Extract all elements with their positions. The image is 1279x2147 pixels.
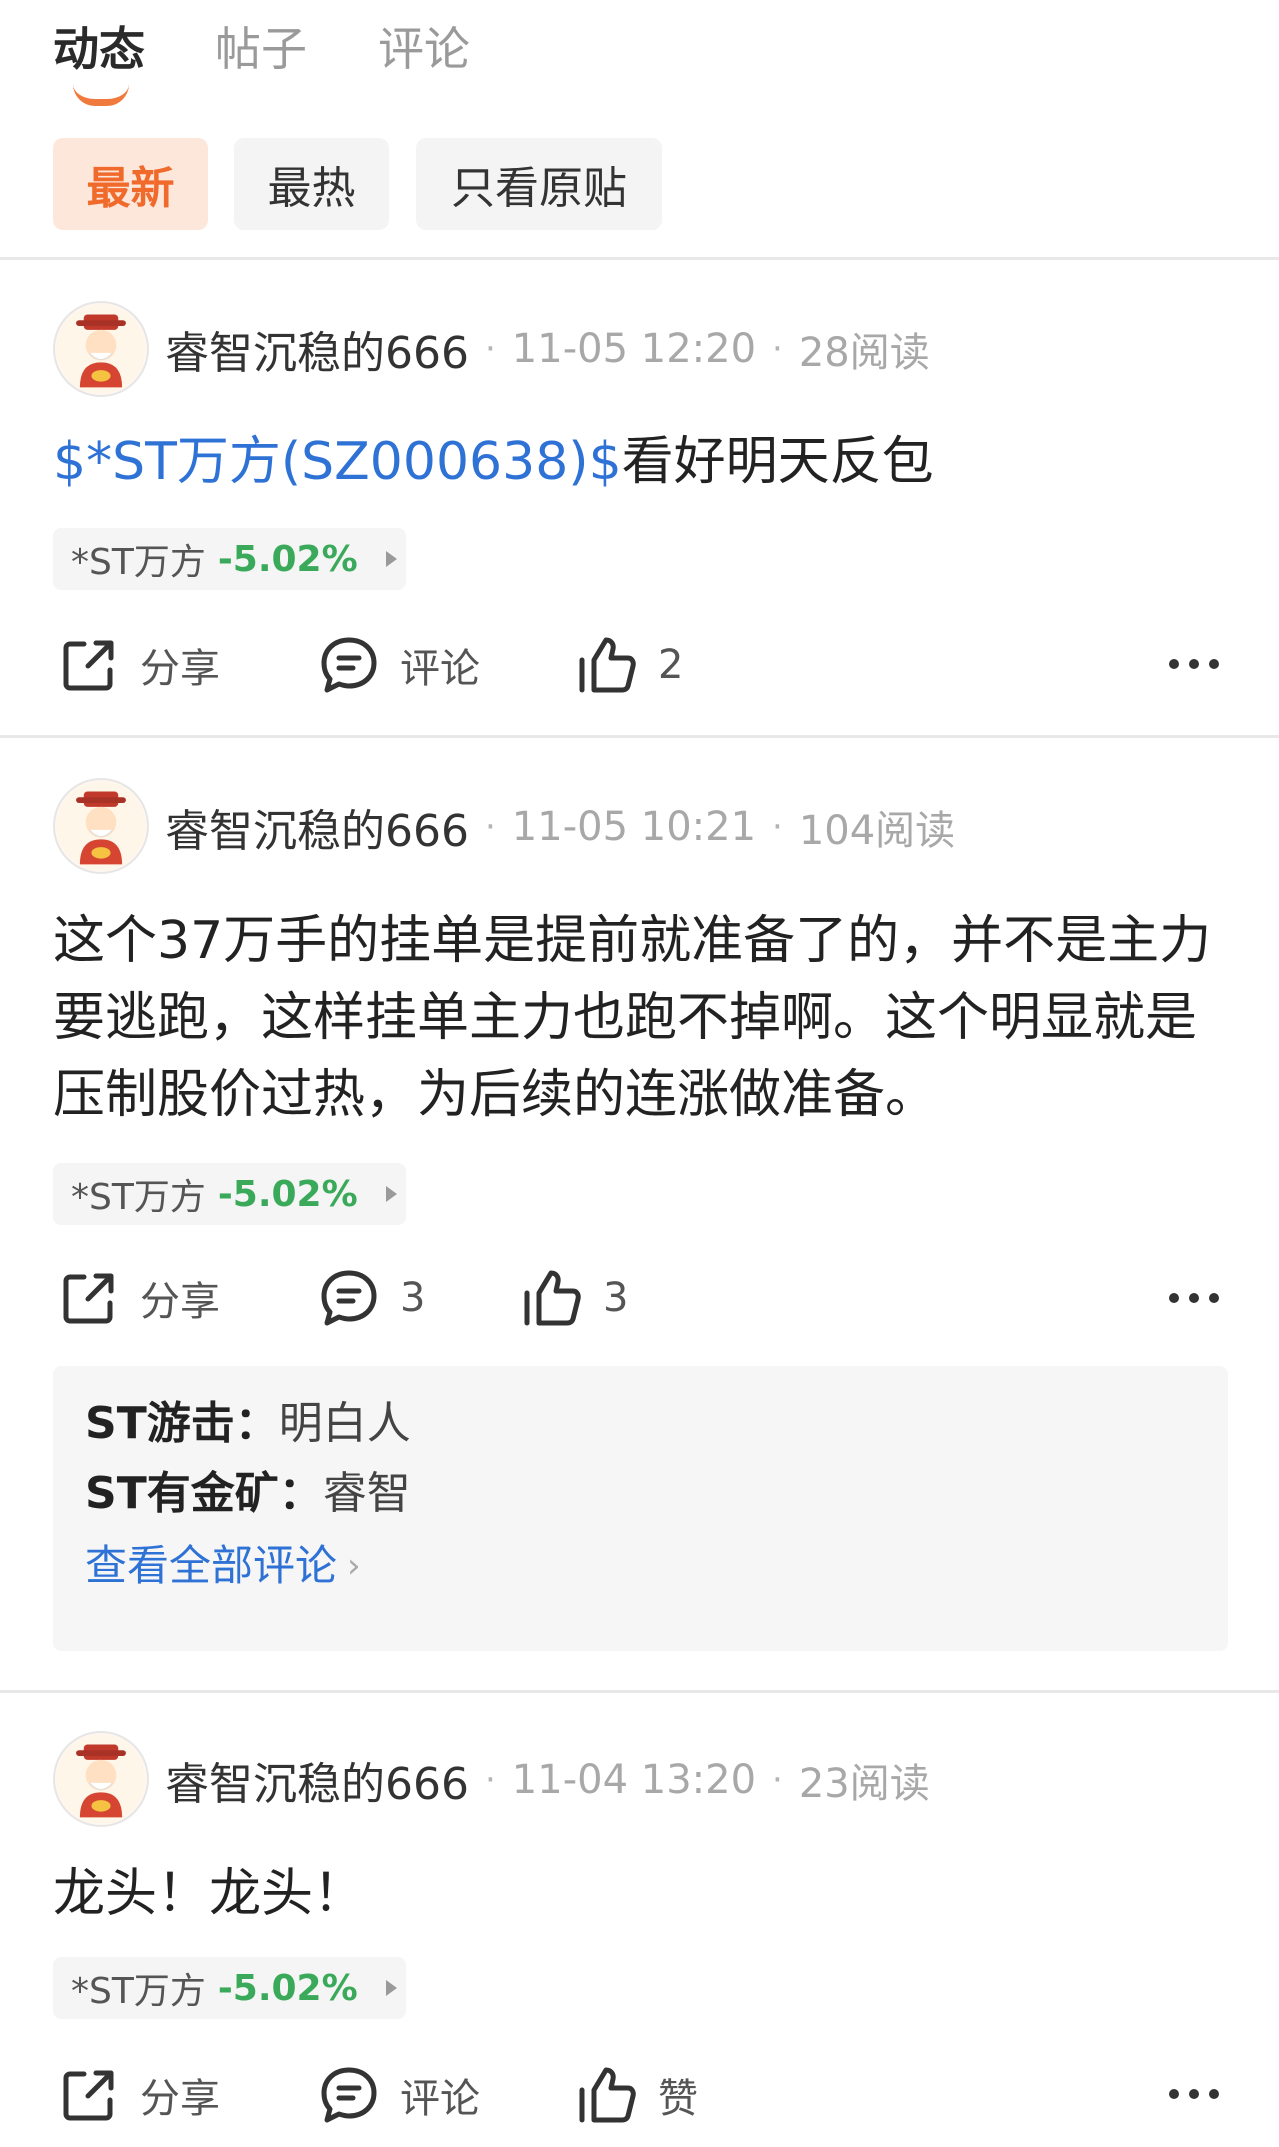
more-options-button[interactable] — [1168, 1288, 1220, 1308]
tab-comments[interactable]: 评论 — [378, 18, 470, 80]
active-tab-indicator — [73, 84, 129, 106]
post-meta: 睿智沉稳的666 · 11-05 10:21 · 104阅读 — [165, 792, 955, 862]
like-count: 2 — [658, 642, 684, 688]
stock-discussion-page: 动态 帖子 评论 最新 最热 只看原贴 睿智沉稳的666 · 11-05 12:… — [0, 0, 1279, 2147]
comment-icon — [321, 637, 377, 693]
author-name[interactable]: 睿智沉稳的666 — [165, 1748, 469, 1812]
meta-separator: · — [484, 807, 496, 847]
post-time: 11-05 12:20 — [511, 326, 757, 372]
comment-icon — [321, 1270, 377, 1326]
comment-button[interactable]: 评论 — [318, 2060, 480, 2130]
author-avatar[interactable] — [53, 778, 149, 874]
like-icon — [524, 1270, 581, 1326]
meta-separator: · — [484, 329, 496, 369]
more-options-button[interactable] — [1168, 2084, 1220, 2104]
like-count: 3 — [603, 1275, 629, 1321]
meta-separator: · — [772, 807, 783, 847]
comment-text: 睿智 — [322, 1468, 411, 1519]
post-text: 看好明天反包 — [621, 432, 934, 492]
comment-label: 评论 — [400, 2076, 480, 2122]
stock-name: *ST万方 — [71, 1177, 206, 1218]
author-avatar[interactable] — [53, 301, 149, 397]
like-label: 赞 — [658, 2076, 698, 2122]
stock-name: *ST万方 — [71, 1971, 206, 2012]
chevron-right-icon — [385, 551, 397, 567]
sort-filter-bar: 最新 最热 只看原贴 — [0, 138, 1279, 230]
comment-user[interactable]: ST游击： — [85, 1398, 279, 1449]
filter-original-only[interactable]: 只看原贴 — [416, 138, 662, 230]
avatar-caishen-icon — [56, 304, 146, 394]
like-icon — [579, 637, 636, 693]
stock-name: *ST万方 — [71, 542, 206, 583]
comment-count: 3 — [400, 1275, 426, 1321]
more-icon — [1169, 659, 1219, 669]
stock-change: -5.02% — [217, 538, 358, 580]
more-icon — [1169, 2089, 1219, 2099]
tab-bar: 动态 帖子 评论 — [0, 0, 1279, 112]
tab-dynamics[interactable]: 动态 — [53, 18, 145, 80]
meta-separator: · — [772, 329, 783, 369]
stock-change: -5.02% — [217, 1173, 358, 1215]
post-text: 龙头！龙头！ — [53, 1864, 366, 1924]
like-icon — [579, 2067, 636, 2123]
like-button[interactable]: 3 — [521, 1263, 628, 1333]
read-count: 28阅读 — [798, 330, 930, 376]
author-avatar[interactable] — [53, 1731, 149, 1827]
filter-latest[interactable]: 最新 — [53, 138, 208, 230]
share-label: 分享 — [140, 2076, 220, 2122]
like-button[interactable]: 赞 — [576, 2060, 698, 2130]
avatar-caishen-icon — [56, 1734, 146, 1824]
post-content[interactable]: $*ST万方(SZ000638)$看好明天反包 — [53, 424, 1233, 501]
post-content[interactable]: 龙头！龙头！ — [53, 1856, 1233, 1933]
share-button[interactable]: 分享 — [58, 2060, 220, 2130]
comment-preview-box[interactable]: ST游击：明白人 ST有金矿：睿智 查看全部评论 › — [53, 1366, 1228, 1651]
comment-item[interactable]: ST游击：明白人 — [85, 1394, 411, 1454]
share-label: 分享 — [140, 646, 220, 692]
stock-tag[interactable]: *ST万方 -5.02% — [53, 1957, 406, 2019]
comment-icon — [321, 2067, 377, 2123]
share-icon — [63, 2070, 114, 2121]
more-options-button[interactable] — [1168, 654, 1220, 674]
avatar-caishen-icon — [56, 781, 146, 871]
chevron-right-icon: › — [347, 1546, 361, 1586]
view-all-label: 查看全部评论 — [85, 1541, 338, 1590]
read-count: 104阅读 — [798, 808, 956, 854]
stock-cashtag-link[interactable]: $*ST万方(SZ000638)$ — [53, 432, 622, 492]
post-meta: 睿智沉稳的666 · 11-04 13:20 · 23阅读 — [165, 1745, 930, 1815]
tab-posts[interactable]: 帖子 — [215, 18, 307, 80]
meta-separator: · — [772, 1760, 783, 1800]
read-count: 23阅读 — [798, 1761, 930, 1807]
section-divider — [0, 257, 1279, 260]
meta-separator: · — [484, 1760, 496, 1800]
post-content[interactable]: 这个37万手的挂单是提前就准备了的，并不是主力要逃跑，这样挂单主力也跑不掉啊。这… — [53, 903, 1233, 1134]
share-button[interactable]: 分享 — [58, 630, 220, 700]
post-divider — [0, 1690, 1279, 1693]
stock-tag[interactable]: *ST万方 -5.02% — [53, 1163, 406, 1225]
post-text: 这个37万手的挂单是提前就准备了的，并不是主力要逃跑，这样挂单主力也跑不掉啊。这… — [53, 911, 1212, 1125]
comment-button[interactable]: 3 — [318, 1263, 425, 1333]
chevron-right-icon — [385, 1980, 397, 1996]
view-all-comments-link[interactable]: 查看全部评论 › — [85, 1536, 361, 1596]
comment-button[interactable]: 评论 — [318, 630, 480, 700]
post-time: 11-04 13:20 — [511, 1757, 757, 1803]
filter-hottest[interactable]: 最热 — [234, 138, 389, 230]
comment-item[interactable]: ST有金矿：睿智 — [85, 1464, 411, 1524]
post-time: 11-05 10:21 — [511, 804, 757, 850]
author-name[interactable]: 睿智沉稳的666 — [165, 317, 469, 381]
share-icon — [63, 1273, 114, 1324]
share-label: 分享 — [140, 1279, 220, 1325]
comment-user[interactable]: ST有金矿： — [85, 1468, 323, 1519]
like-button[interactable]: 2 — [576, 630, 683, 700]
comment-text: 明白人 — [278, 1398, 411, 1449]
share-icon — [63, 640, 114, 691]
comment-label: 评论 — [400, 646, 480, 692]
chevron-right-icon — [385, 1186, 397, 1202]
stock-tag[interactable]: *ST万方 -5.02% — [53, 528, 406, 590]
post-divider — [0, 735, 1279, 738]
author-name[interactable]: 睿智沉稳的666 — [165, 795, 469, 859]
stock-change: -5.02% — [217, 1967, 358, 2009]
share-button[interactable]: 分享 — [58, 1263, 220, 1333]
more-icon — [1169, 1293, 1219, 1303]
post-meta: 睿智沉稳的666 · 11-05 12:20 · 28阅读 — [165, 314, 930, 384]
